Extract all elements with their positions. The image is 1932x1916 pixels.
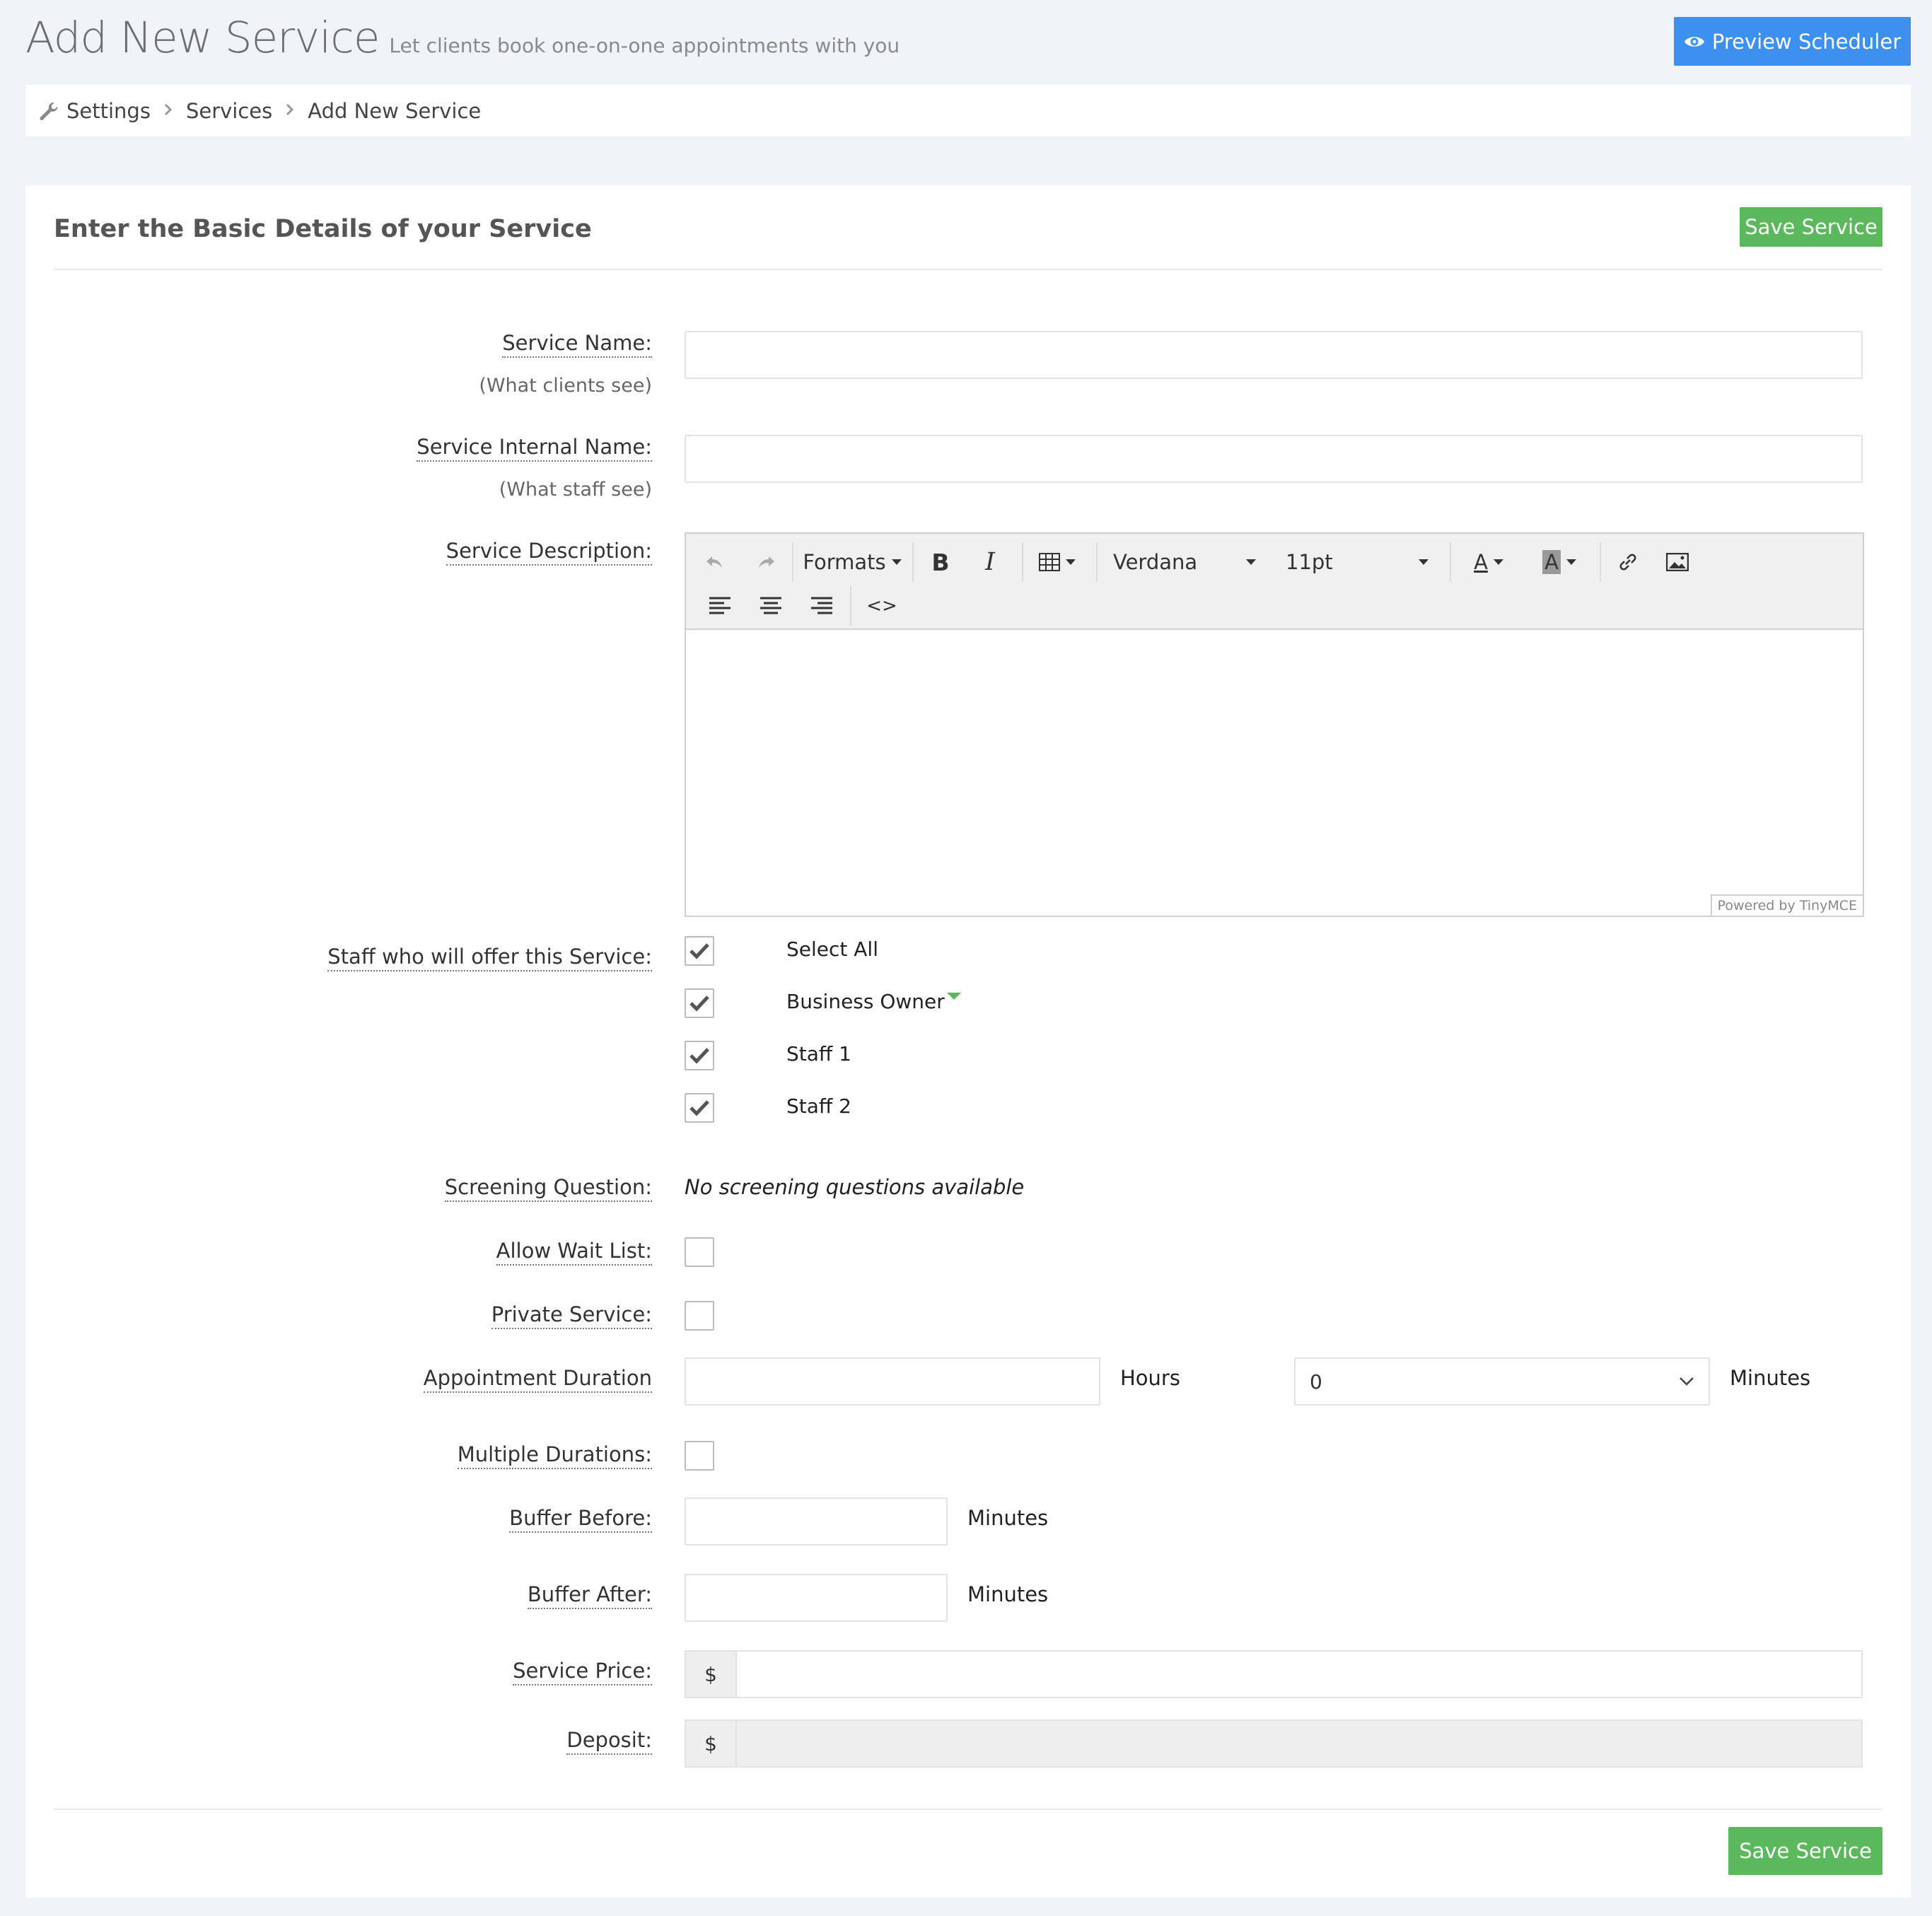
private-service-label: Private Service: xyxy=(491,1302,652,1329)
duration-minutes-select[interactable]: 0 xyxy=(1294,1357,1710,1406)
multiple-durations-checkbox[interactable] xyxy=(685,1441,714,1471)
chevron-right-icon xyxy=(285,100,295,122)
chevron-right-icon xyxy=(163,100,173,122)
checkmark-icon xyxy=(689,942,710,960)
select-all-checkbox[interactable] xyxy=(685,936,714,966)
formats-dropdown[interactable]: Formats xyxy=(799,542,905,582)
buffer-after-input[interactable] xyxy=(685,1574,948,1622)
divider xyxy=(54,1809,1882,1810)
breadcrumb: Settings Services Add New Service xyxy=(25,85,1911,136)
bold-button[interactable]: B xyxy=(919,542,962,582)
screening-value: No screening questions available xyxy=(685,1175,1025,1199)
font-size-select[interactable]: 11pt xyxy=(1276,542,1438,582)
panel-title: Enter the Basic Details of your Service xyxy=(54,215,592,243)
internal-name-input[interactable] xyxy=(685,435,1863,483)
editor-content-area[interactable] xyxy=(686,630,1863,916)
internal-name-label: Service Internal Name: xyxy=(417,435,652,462)
preview-scheduler-label: Preview Scheduler xyxy=(1711,29,1902,54)
buffer-after-unit: Minutes xyxy=(967,1582,1049,1606)
powered-by-tinymce[interactable]: Powered by TinyMCE xyxy=(1710,894,1863,916)
buffer-before-label: Buffer Before: xyxy=(509,1506,652,1533)
staff-checkbox-staff-1[interactable] xyxy=(685,1041,714,1070)
service-name-input[interactable] xyxy=(685,331,1863,379)
price-currency-addon: $ xyxy=(685,1650,735,1698)
checkmark-icon xyxy=(689,1099,710,1117)
service-name-hint: (What clients see) xyxy=(479,375,652,397)
italic-button[interactable]: I xyxy=(969,542,1011,582)
description-editor: Formats B I Verdana 11pt A A <> Powered … xyxy=(685,532,1864,917)
minutes-unit-label: Minutes xyxy=(1730,1366,1811,1390)
breadcrumb-settings[interactable]: Settings xyxy=(66,99,151,123)
link-icon[interactable] xyxy=(1607,542,1649,582)
deposit-input xyxy=(735,1719,1863,1768)
marker-icon xyxy=(946,993,961,1000)
image-icon[interactable] xyxy=(1656,542,1699,582)
breadcrumb-services[interactable]: Services xyxy=(186,99,272,123)
save-service-button-top[interactable]: Save Service xyxy=(1740,207,1882,247)
text-color-button[interactable]: A xyxy=(1457,542,1520,582)
private-service-checkbox[interactable] xyxy=(685,1301,714,1331)
font-family-select[interactable]: Verdana xyxy=(1103,542,1266,582)
save-service-button-bottom[interactable]: Save Service xyxy=(1728,1827,1882,1875)
breadcrumb-current: Add New Service xyxy=(308,98,482,123)
buffer-before-unit: Minutes xyxy=(967,1506,1049,1530)
text-color-icon: A xyxy=(1474,550,1488,574)
redo-icon[interactable] xyxy=(745,542,788,582)
checkmark-icon xyxy=(689,1046,710,1065)
wrench-icon xyxy=(38,100,59,122)
duration-hours-input[interactable] xyxy=(685,1357,1100,1406)
page-title-text: Add New Service xyxy=(25,13,380,63)
staff-2-label: Staff 2 xyxy=(786,1094,851,1118)
hours-unit-label: Hours xyxy=(1120,1366,1180,1390)
align-right-icon[interactable] xyxy=(801,586,843,626)
staff-label: Staff who will offer this Service: xyxy=(327,945,652,971)
internal-name-hint: (What staff see) xyxy=(499,479,652,501)
page: Add New Service Let clients book one-on-… xyxy=(0,0,1932,1916)
divider xyxy=(54,269,1882,270)
duration-label: Appointment Duration xyxy=(423,1366,652,1393)
deposit-label: Deposit: xyxy=(566,1728,652,1755)
description-label: Service Description: xyxy=(446,539,652,566)
page-subtitle: Let clients book one-on-one appointments… xyxy=(389,34,900,57)
checkmark-icon xyxy=(689,994,710,1012)
align-left-icon[interactable] xyxy=(699,586,741,626)
business-owner-label: Business Owner xyxy=(786,990,961,1013)
staff-checkbox-business-owner[interactable] xyxy=(685,988,714,1018)
service-details-panel: Enter the Basic Details of your Service … xyxy=(25,185,1911,1898)
wait-list-label: Allow Wait List: xyxy=(496,1239,652,1266)
buffer-after-label: Buffer After: xyxy=(527,1582,652,1609)
deposit-currency-addon: $ xyxy=(685,1719,735,1768)
page-title: Add New Service Let clients book one-on-… xyxy=(25,13,900,69)
multiple-durations-label: Multiple Durations: xyxy=(457,1442,652,1469)
service-price-input[interactable] xyxy=(735,1650,1863,1698)
staff-1-label: Staff 1 xyxy=(786,1042,851,1065)
select-all-label: Select All xyxy=(786,937,878,961)
wait-list-checkbox[interactable] xyxy=(685,1237,714,1267)
buffer-before-input[interactable] xyxy=(685,1497,948,1546)
table-icon xyxy=(1039,553,1060,571)
undo-icon[interactable] xyxy=(693,542,735,582)
editor-toolbar: Formats B I Verdana 11pt A A <> xyxy=(686,534,1863,630)
source-code-button[interactable]: <> xyxy=(857,586,907,626)
preview-scheduler-button[interactable]: Preview Scheduler xyxy=(1674,17,1911,66)
chevron-down-icon xyxy=(1679,1377,1694,1386)
service-price-label: Service Price: xyxy=(513,1659,652,1686)
service-name-label: Service Name: xyxy=(502,331,652,358)
background-color-icon: A xyxy=(1542,550,1561,574)
caret-down-icon xyxy=(891,559,902,565)
eye-icon xyxy=(1684,34,1705,49)
table-button[interactable] xyxy=(1029,542,1086,582)
align-center-icon[interactable] xyxy=(750,586,792,626)
staff-checkbox-staff-2[interactable] xyxy=(685,1093,714,1123)
screening-label: Screening Question: xyxy=(444,1175,652,1202)
background-color-button[interactable]: A xyxy=(1527,542,1591,582)
